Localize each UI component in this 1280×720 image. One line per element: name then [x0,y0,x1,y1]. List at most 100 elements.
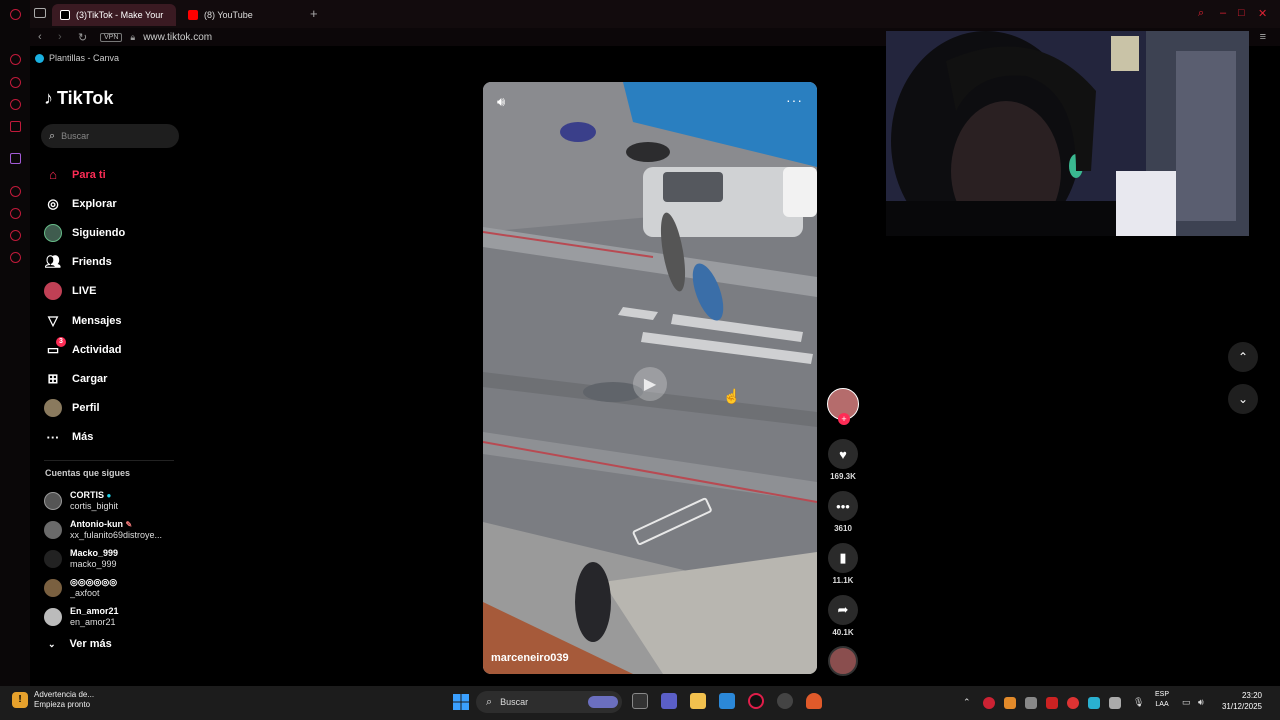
tray-app-icon[interactable] [1004,697,1016,709]
see-more-button[interactable]: ⌄ Ver más [48,638,112,650]
search-tabs-icon[interactable]: ⌕ [1198,7,1204,20]
taskbar-search[interactable]: ⌕ Buscar [476,691,622,713]
video-author[interactable]: marceneiro039 [491,652,569,664]
account-name: CORTIS [70,489,105,500]
following-item[interactable]: CORTIS ● cortis_bighit [44,486,184,515]
music-disc-icon[interactable] [828,646,858,676]
vpn-badge[interactable]: VPN [100,32,123,42]
teams-icon[interactable] [661,693,677,709]
tab-label: (8) YouTube [204,10,253,20]
nav-mas[interactable]: ··· Más [44,423,184,452]
comment-button[interactable]: ••• 3610 [826,491,860,533]
back-icon[interactable]: ‹ [38,31,50,43]
bookmark-canva[interactable]: Plantillas - Canva [30,50,119,66]
network-icon[interactable]: ▭ [1182,697,1191,708]
tab-tiktok[interactable]: (3)TikTok - Make Your [52,4,176,26]
tray-app-icon[interactable] [983,697,995,709]
steam-icon[interactable] [1025,697,1037,709]
history-icon[interactable] [10,208,21,219]
following-item[interactable]: En_amor21 en_amor21 [44,602,184,631]
activity-badge: 3 [56,336,66,347]
nav-label: Más [72,431,94,444]
tray-app-icon[interactable] [1046,697,1058,709]
search-input[interactable]: ⌕ Buscar [41,124,179,148]
account-handle: cortis_bighit [70,500,119,511]
nav-siguiendo[interactable]: Siguiendo [44,218,184,247]
nav-mensajes[interactable]: ▽ Mensajes [44,306,184,335]
sidebar-app-icon[interactable] [10,99,21,110]
following-item[interactable]: ◎◎◎◎◎◎ _axfoot [44,573,184,602]
nav-label: Para ti [72,168,106,181]
follow-plus-icon[interactable]: + [838,413,850,425]
nav-actividad[interactable]: ▭ 3 Actividad [44,335,184,364]
easy-setup-icon[interactable]: ≡ [1260,31,1266,43]
close-button[interactable]: ✕ [1258,7,1267,20]
minimize-button[interactable]: – [1220,7,1226,19]
maximize-button[interactable]: □ [1238,7,1245,19]
opera-logo-icon[interactable] [10,9,21,20]
nav-perfil[interactable]: Perfil [44,394,184,423]
sidebar-app-icon[interactable] [10,54,21,65]
microphone-app-icon[interactable] [806,693,822,709]
file-explorer-icon[interactable] [690,693,706,709]
windows-start-icon[interactable] [453,694,469,710]
nav-cargar[interactable]: ⊞ Cargar [44,364,184,393]
previous-video-button[interactable]: ⌃ [1228,342,1258,372]
obs-icon[interactable] [777,693,793,709]
nav-live[interactable]: LIVE [44,277,184,306]
notification-warning[interactable]: ! Advertencia de... Empieza pronto [12,690,94,710]
tray-app-icon[interactable] [1088,697,1100,709]
creator-avatar[interactable]: + [826,388,860,425]
account-handle: macko_999 [70,558,117,569]
browser-window: (3)TikTok - Make Your (8) YouTube + ⌕ – … [0,0,1280,686]
tab-menu-icon[interactable] [34,8,46,18]
twitch-icon[interactable] [10,153,21,164]
forward-icon[interactable]: › [58,31,70,43]
tray-app-icon[interactable] [1067,697,1079,709]
share-button[interactable]: ➦ 40.1K [826,595,860,637]
sidebar-app-icon[interactable] [10,186,21,197]
clock-time: 23:20 [1241,691,1262,700]
nav-label: Explorar [72,197,117,210]
new-tab-button[interactable]: + [310,6,318,21]
volume-icon[interactable]: 🔊︎ [497,94,505,110]
sidebar-app-icon[interactable] [10,230,21,241]
video-player[interactable]: 🔊︎ ··· ▶ marceneiro039 [483,82,817,674]
main-nav: ⌂ Para ti ◎ Explorar Siguiendo 👥︎ Friend… [44,160,184,452]
account-name: Macko_999 [70,547,119,558]
lock-icon[interactable]: 🔒︎ [130,32,135,43]
microphone-icon[interactable]: 🎙︎ [1133,697,1144,708]
profile-avatar-icon [44,399,62,418]
nav-label: Actividad [72,343,122,356]
youtube-icon [188,10,198,20]
task-view-icon[interactable] [632,693,648,709]
more-options-icon[interactable]: ··· [786,92,803,108]
system-clock[interactable]: 23:20 31/12/2025 [1218,690,1262,712]
settings-icon[interactable] [10,252,21,263]
play-icon[interactable]: ▶ [633,367,667,401]
nav-friends[interactable]: 👥︎ Friends [44,248,184,277]
nav-explorar[interactable]: ◎ Explorar [44,189,184,218]
language-indicator[interactable]: ESP LAA [1155,690,1169,710]
url-field[interactable]: www.tiktok.com [143,32,212,43]
nav-para-ti[interactable]: ⌂ Para ti [44,160,184,189]
following-item[interactable]: Antonio-kun ✎ xx_fulanito69distroye... [44,515,184,544]
avatar: + [827,388,859,425]
chevron-down-icon: ⌄ [48,638,56,649]
opera-gx-icon[interactable] [748,693,764,709]
following-item[interactable]: Macko_999 macko_999 [44,544,184,573]
next-video-button[interactable]: ⌄ [1228,384,1258,414]
volume-icon[interactable]: 🔊︎ [1198,697,1204,708]
like-button[interactable]: ♥ 169.3K [826,439,860,481]
share-icon: ➦ [828,595,858,625]
tray-app-icon[interactable] [1109,697,1121,709]
sidebar-app-icon[interactable] [10,121,21,132]
tab-youtube[interactable]: (8) YouTube [180,4,290,26]
reload-icon[interactable]: ↻ [78,31,90,44]
store-icon[interactable] [719,693,735,709]
following-list: CORTIS ● cortis_bighit Antonio-kun ✎ xx_… [44,486,184,631]
tray-overflow-icon[interactable]: ⌃ [963,697,971,708]
sidebar-app-icon[interactable] [10,77,21,88]
save-button[interactable]: ▮ 11.1K [826,543,860,585]
tiktok-logo[interactable]: ♪ TikTok [44,88,113,109]
